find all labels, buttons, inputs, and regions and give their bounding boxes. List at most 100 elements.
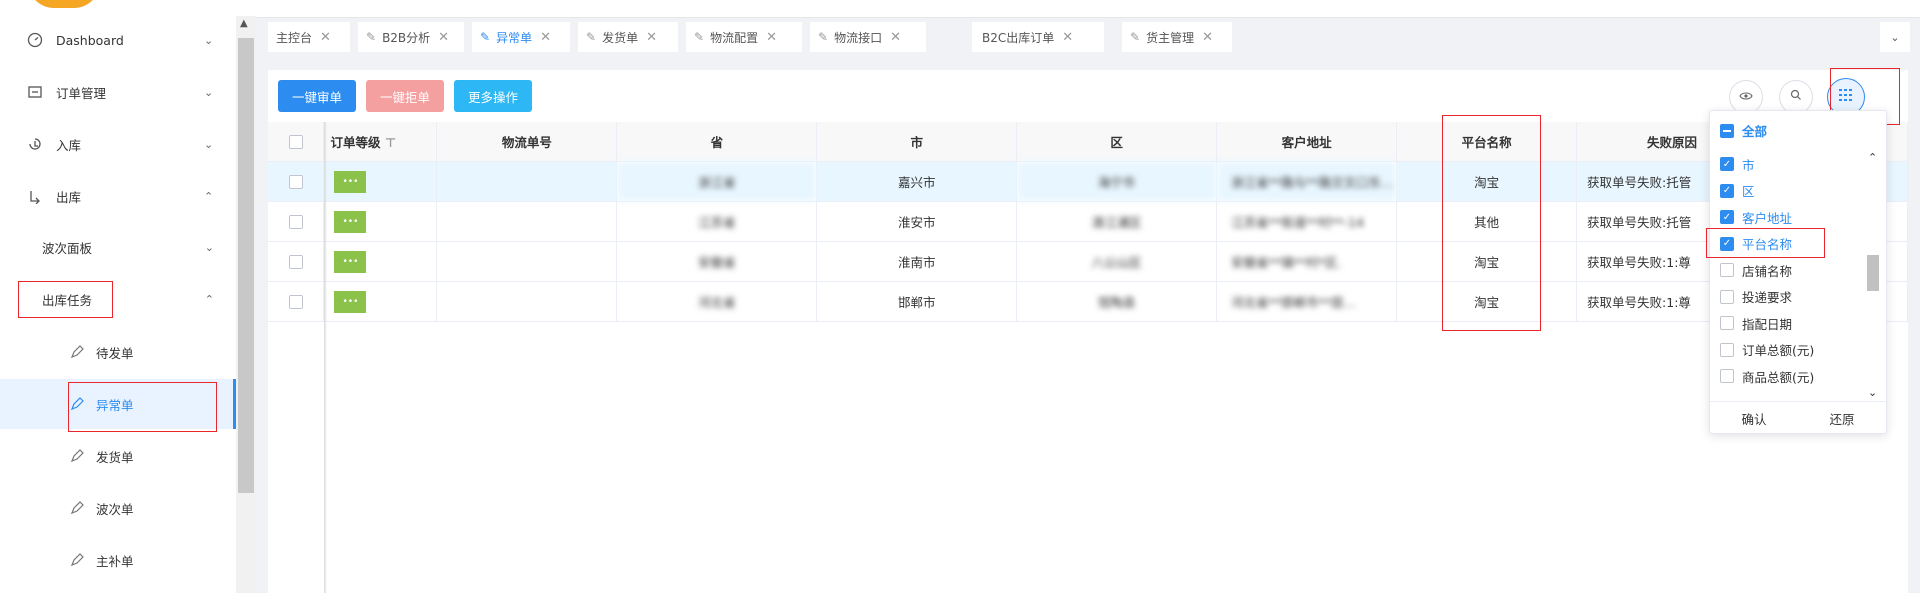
chevron-up-icon[interactable]: ⌃ <box>1868 151 1877 164</box>
tab-shipping[interactable]: ✎ 发货单 ✕ <box>578 22 678 52</box>
sidebar-item-orders[interactable]: 订单管理 ⌄ <box>0 71 236 113</box>
table-row[interactable]: ••• 浙江省 嘉兴市 海宁市 浙江省**路与**路交叉口东… 淘宝 获取单号失… <box>268 161 1908 202</box>
sidebar-item-inbound[interactable]: 入库 ⌄ <box>0 123 236 165</box>
column-header[interactable]: 区 <box>1016 122 1218 162</box>
table-header-row: 订单等级 ⊤ 物流单号 省 市 区 客户地址 平台名称 失败原因 <box>268 122 1908 162</box>
checkbox-unchecked[interactable] <box>1720 369 1734 384</box>
platform-cell: 淘宝 <box>1396 281 1578 322</box>
tab-b2b-analysis[interactable]: ✎ B2B分析 ✕ <box>358 22 464 52</box>
outbound-icon <box>26 187 44 205</box>
close-icon[interactable]: ✕ <box>1062 30 1073 45</box>
sidebar-item-replenish[interactable]: 主补单 <box>0 535 236 585</box>
row-checkbox[interactable] <box>268 281 325 322</box>
column-option-district[interactable]: ✓ 区 <box>1720 178 1870 205</box>
header-label: 订单等级 <box>330 135 381 150</box>
order-icon <box>26 83 44 101</box>
grade-cell: ••• <box>323 241 438 282</box>
tab-home[interactable]: 主控台 ✕ <box>268 22 350 52</box>
column-header[interactable]: 平台名称 <box>1396 122 1578 162</box>
chevron-down-icon[interactable]: ⌄ <box>1868 386 1877 399</box>
scroll-up-icon[interactable]: ▲ <box>240 18 248 29</box>
table-row[interactable]: ••• 江苏省 淮安市 清江浦区 江苏省**街道**村**-14 其他 获取单号… <box>268 201 1908 242</box>
column-option-city[interactable]: ✓ 市 <box>1720 151 1870 178</box>
close-icon[interactable]: ✕ <box>1202 30 1213 45</box>
popover-footer: 确认 还原 <box>1710 401 1886 434</box>
checkbox-checked[interactable]: ✓ <box>1720 157 1734 172</box>
reject-all-button[interactable]: 一键拒单 <box>366 80 444 112</box>
checkbox-checked[interactable]: ✓ <box>1720 183 1734 198</box>
scrollbar-thumb[interactable] <box>238 38 254 493</box>
confirm-button[interactable]: 确认 <box>1710 402 1798 434</box>
row-checkbox[interactable] <box>268 161 325 202</box>
select-all-columns[interactable]: 全部 <box>1720 121 1767 140</box>
column-option-goods-total[interactable]: 商品总额(元) <box>1720 363 1870 390</box>
chevron-down-icon: ⌄ <box>204 85 214 99</box>
sidebar-item-exception[interactable]: 异常单 <box>0 379 236 429</box>
inbound-icon <box>26 135 44 153</box>
tab-logistics-api[interactable]: ✎ 物流接口 ✕ <box>810 22 926 52</box>
sidebar-scrollbar[interactable]: ▲ <box>236 16 256 593</box>
tab-b2c-outbound[interactable]: B2C出库订单 ✕ <box>972 22 1104 52</box>
option-label: 店铺名称 <box>1742 263 1793 279</box>
checkbox-unchecked[interactable] <box>1720 289 1734 304</box>
table-panel: 一键审单 一键拒单 更多操作 订单等级 ⊤ 物流单号 省 市 区 客户地址 平台… <box>268 70 1908 593</box>
row-checkbox[interactable] <box>268 241 325 282</box>
tab-owner-management[interactable]: ✎ 货主管理 ✕ <box>1122 22 1232 52</box>
sidebar-item-outbound[interactable]: 出库 ⌃ <box>0 175 236 217</box>
checkbox-checked[interactable]: ✓ <box>1720 236 1734 251</box>
column-option-order-total[interactable]: 订单总额(元) <box>1720 337 1870 364</box>
sidebar-item-shipping[interactable]: 发货单 <box>0 431 236 481</box>
column-option-date[interactable]: 指配日期 <box>1720 310 1870 337</box>
close-icon[interactable]: ✕ <box>320 30 331 45</box>
column-header[interactable]: 物流单号 <box>436 122 618 162</box>
reset-button[interactable]: 还原 <box>1798 402 1886 434</box>
tab-exception[interactable]: ✎ 异常单 ✕ <box>472 22 570 52</box>
sidebar-item-label: 入库 <box>56 137 82 153</box>
filter-icon[interactable]: ⊤ <box>385 135 396 150</box>
row-checkbox[interactable] <box>268 201 325 242</box>
table-row[interactable]: ••• 河北省 邯郸市 馆陶县 河北省**邯郸市**层… 淘宝 获取单号失败:1… <box>268 281 1908 322</box>
close-icon[interactable]: ✕ <box>766 30 777 45</box>
tab-label: 货主管理 <box>1146 30 1195 45</box>
close-icon[interactable]: ✕ <box>540 30 551 45</box>
view-toggle-button[interactable] <box>1729 80 1763 114</box>
column-option-shop[interactable]: 店铺名称 <box>1720 257 1870 284</box>
sidebar-item-wave-panel[interactable]: 波次面板 ⌄ <box>0 226 236 268</box>
sidebar-item-outbound-task[interactable]: 出库任务 ⌃ <box>0 278 236 320</box>
column-header[interactable]: 订单等级 ⊤ <box>323 122 438 162</box>
column-option-platform[interactable]: ✓ 平台名称 <box>1720 231 1870 258</box>
sidebar-item-wave[interactable]: 波次单 <box>0 483 236 533</box>
checkbox-unchecked[interactable] <box>1720 263 1734 278</box>
column-list-scrollbar[interactable]: ⌃ ⌄ <box>1864 151 1882 399</box>
select-all-checkbox[interactable] <box>268 122 325 162</box>
column-option-address[interactable]: ✓ 客户地址 <box>1720 204 1870 231</box>
checkbox-checked[interactable]: ✓ <box>1720 210 1734 225</box>
close-icon[interactable]: ✕ <box>438 30 449 45</box>
city-cell: 邯郸市 <box>816 281 1018 322</box>
platform-cell: 淘宝 <box>1396 241 1578 282</box>
column-header[interactable]: 省 <box>616 122 818 162</box>
scrollbar-thumb[interactable] <box>1867 255 1879 291</box>
pen-icon: ✎ <box>818 30 829 44</box>
approve-all-button[interactable]: 一键审单 <box>278 80 356 112</box>
grade-badge: ••• <box>334 170 367 193</box>
column-option-delivery[interactable]: 投递要求 <box>1720 284 1870 311</box>
sidebar-item-pending[interactable]: 待发单 <box>0 327 236 377</box>
close-icon[interactable]: ✕ <box>890 30 901 45</box>
pen-icon: ✎ <box>694 30 705 44</box>
tabs-dropdown-button[interactable]: ⌄ <box>1880 22 1910 52</box>
sidebar-item-dashboard[interactable]: Dashboard ⌄ <box>0 19 236 61</box>
tab-logistics-config[interactable]: ✎ 物流配置 ✕ <box>686 22 802 52</box>
district-cell: 八公山区 <box>1016 241 1218 282</box>
more-actions-button[interactable]: 更多操作 <box>454 80 532 112</box>
search-button[interactable] <box>1779 80 1813 114</box>
checkbox-unchecked[interactable] <box>1720 316 1734 331</box>
indeterminate-checkbox[interactable] <box>1720 123 1734 138</box>
table-row[interactable]: ••• 安徽省 淮南市 八公山区 安徽省**镇**村*区. 淘宝 获取单号失败:… <box>268 241 1908 282</box>
tab-label: 物流配置 <box>710 30 759 45</box>
column-header[interactable]: 客户地址 <box>1216 122 1398 162</box>
checkbox-unchecked[interactable] <box>1720 342 1734 357</box>
close-icon[interactable]: ✕ <box>646 30 657 45</box>
column-header[interactable]: 市 <box>816 122 1018 162</box>
top-header <box>256 0 1920 18</box>
